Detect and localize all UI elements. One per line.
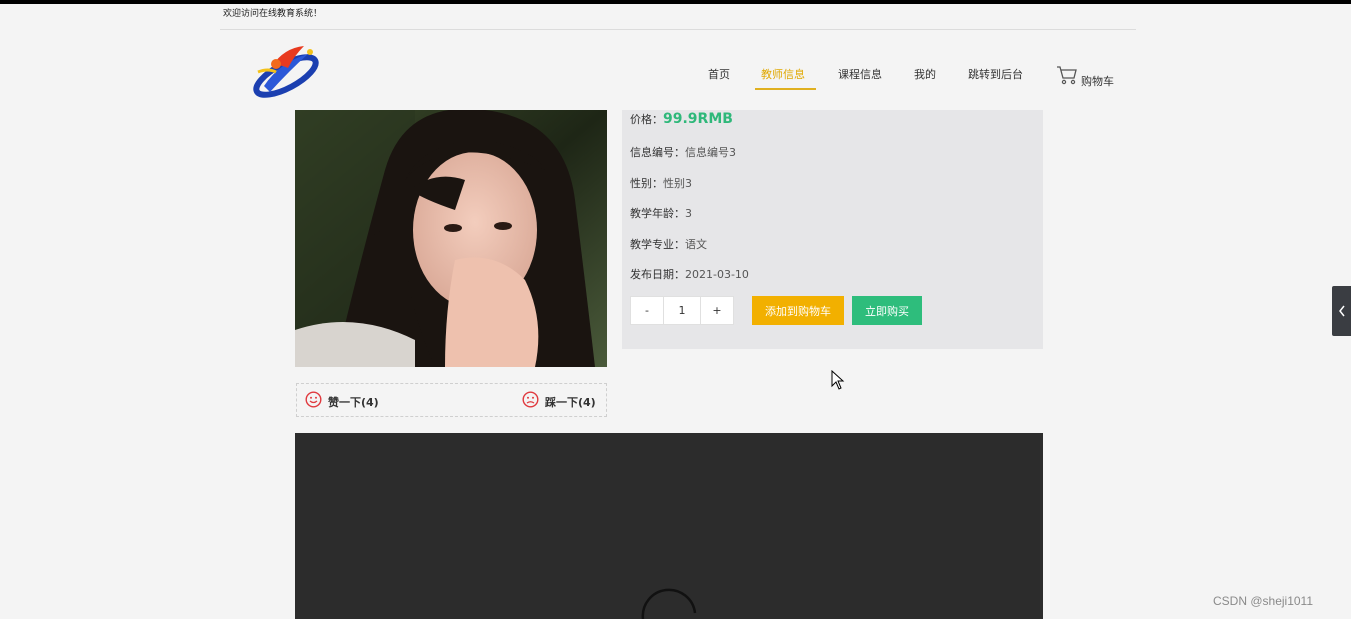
info-major-key: 教学专业：	[630, 238, 685, 251]
teacher-photo	[295, 110, 607, 367]
nav-course-info[interactable]: 课程信息	[838, 68, 882, 90]
teacher-info-panel: 价格：99.9RMB 信息编号：信息编号3 性别：性别3 教学年龄：3 教学专业…	[622, 110, 1043, 349]
quantity-input[interactable]: 1	[664, 296, 700, 325]
price-row: 价格：99.9RMB	[630, 111, 733, 127]
header-divider	[220, 29, 1136, 30]
nav-cart[interactable]: 购物车	[1056, 65, 1114, 89]
side-panel-toggle[interactable]	[1332, 286, 1351, 336]
info-major-value: 语文	[685, 238, 707, 251]
frown-icon	[522, 391, 539, 412]
nav-active-underline	[755, 88, 816, 90]
info-id-key: 信息编号：	[630, 146, 685, 159]
info-id-value: 信息编号3	[685, 146, 736, 159]
like-label: 赞一下(4)	[328, 395, 379, 409]
vote-box: 赞一下(4) 踩一下(4)	[296, 383, 607, 417]
info-row-gender: 性别：性别3	[630, 175, 692, 191]
nav-home[interactable]: 首页	[708, 68, 730, 90]
info-date-key: 发布日期：	[630, 268, 685, 281]
info-row-teaching-age: 教学年龄：3	[630, 205, 692, 221]
site-logo[interactable]	[250, 42, 322, 98]
buy-now-button[interactable]: 立即购买	[852, 296, 922, 325]
info-gender-value: 性别3	[663, 177, 692, 190]
info-gender-key: 性别：	[630, 177, 663, 190]
cart-icon	[1056, 65, 1078, 89]
nav-mine[interactable]: 我的	[914, 68, 936, 90]
chevron-left-icon	[1338, 302, 1346, 321]
info-row-date: 发布日期：2021-03-10	[630, 266, 749, 282]
cart-label: 购物车	[1081, 75, 1114, 88]
info-age-value: 3	[685, 207, 692, 220]
info-row-id: 信息编号：信息编号3	[630, 144, 736, 160]
loading-spinner-icon	[641, 588, 697, 619]
dislike-label: 踩一下(4)	[545, 395, 596, 409]
quantity-stepper: - 1 +	[630, 296, 734, 325]
dislike-button[interactable]: 踩一下(4)	[522, 391, 596, 412]
smile-icon	[305, 391, 322, 412]
logo-graphic	[253, 46, 319, 98]
nav-teacher-info[interactable]: 教师信息	[761, 68, 805, 90]
like-button[interactable]: 赞一下(4)	[305, 391, 379, 412]
video-player[interactable]	[295, 433, 1043, 619]
price-label: 价格：	[630, 113, 663, 126]
mouse-cursor-icon	[831, 369, 845, 390]
quantity-plus-button[interactable]: +	[700, 296, 734, 325]
top-black-bar	[0, 0, 1351, 4]
info-age-key: 教学年龄：	[630, 207, 685, 220]
watermark: CSDN @sheji1011	[1213, 594, 1314, 608]
quantity-minus-button[interactable]: -	[630, 296, 664, 325]
price-value: 99.9RMB	[663, 111, 733, 127]
add-to-cart-button[interactable]: 添加到购物车	[752, 296, 844, 325]
info-date-value: 2021-03-10	[685, 268, 749, 281]
welcome-text: 欢迎访问在线教育系统！	[223, 9, 323, 19]
nav-admin[interactable]: 跳转到后台	[968, 68, 1023, 90]
info-row-major: 教学专业：语文	[630, 236, 707, 252]
